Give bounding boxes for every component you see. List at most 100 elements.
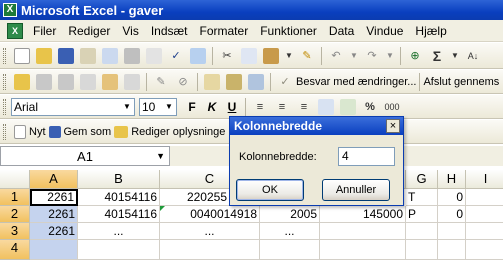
paste-icon[interactable] bbox=[263, 47, 279, 64]
cell-e3[interactable] bbox=[320, 223, 406, 240]
cell-c2[interactable]: 0040014918 bbox=[160, 206, 260, 223]
bold-button[interactable]: F bbox=[183, 98, 201, 116]
merge-center-icon[interactable] bbox=[318, 98, 334, 115]
chevron-down-icon[interactable]: ▼ bbox=[163, 100, 175, 114]
cell-i2[interactable] bbox=[466, 206, 503, 223]
edit-comment-icon[interactable] bbox=[102, 73, 118, 90]
redo-dropdown-icon[interactable]: ▼ bbox=[386, 48, 394, 64]
font-select[interactable]: Arial ▼ bbox=[11, 97, 135, 116]
toolbar-grip[interactable] bbox=[3, 47, 6, 64]
cell-h2[interactable]: 0 bbox=[438, 206, 466, 223]
toolbar-grip[interactable] bbox=[3, 98, 6, 115]
undo-icon[interactable]: ↶ bbox=[328, 48, 344, 64]
cell-g3[interactable] bbox=[406, 223, 438, 240]
cell-a2[interactable]: 2261 bbox=[30, 206, 78, 223]
cell-d3[interactable]: ... bbox=[260, 223, 320, 240]
menu-rediger[interactable]: Rediger bbox=[62, 24, 116, 38]
research-icon[interactable] bbox=[190, 47, 206, 64]
column-header-g[interactable]: G bbox=[406, 170, 438, 189]
cell-h1[interactable]: 0 bbox=[438, 189, 466, 206]
align-center-icon[interactable]: ≡ bbox=[274, 99, 290, 115]
menu-funktioner[interactable]: Funktioner bbox=[254, 24, 323, 38]
sort-ascending-icon[interactable]: A↓ bbox=[465, 48, 481, 64]
chevron-down-icon[interactable]: ▼ bbox=[156, 151, 165, 161]
save-icon[interactable] bbox=[58, 47, 74, 64]
save-as-button[interactable]: Gem som bbox=[64, 126, 112, 138]
align-right-icon[interactable]: ≡ bbox=[296, 99, 312, 115]
font-size-select[interactable]: 10 ▼ bbox=[139, 97, 177, 116]
hyperlink-icon[interactable]: ⊕ bbox=[407, 48, 423, 64]
dialog-title-bar[interactable]: Kolonnebredde × bbox=[230, 117, 403, 135]
column-header-i[interactable]: I bbox=[466, 170, 503, 189]
open-icon[interactable] bbox=[36, 47, 52, 64]
ink-icon[interactable]: ✎ bbox=[153, 74, 169, 90]
cell-g2[interactable]: P bbox=[406, 206, 438, 223]
row-header-2[interactable]: 2 bbox=[0, 206, 30, 223]
thousands-icon[interactable]: 000 bbox=[384, 99, 400, 115]
cell-d4[interactable] bbox=[260, 240, 320, 260]
send-icon[interactable] bbox=[248, 73, 264, 90]
column-header-h[interactable]: H bbox=[438, 170, 466, 189]
cell-b4[interactable] bbox=[78, 240, 160, 260]
cell-c4[interactable] bbox=[160, 240, 260, 260]
cell-d2[interactable]: 2005 bbox=[260, 206, 320, 223]
cell-c1[interactable]: 220255 bbox=[160, 189, 230, 206]
undo-dropdown-icon[interactable]: ▼ bbox=[350, 48, 358, 64]
column-width-input[interactable]: 4 bbox=[338, 147, 395, 166]
cell-c3[interactable]: ... bbox=[160, 223, 260, 240]
underline-button[interactable]: U bbox=[223, 98, 241, 116]
new-icon[interactable] bbox=[14, 47, 30, 64]
chevron-down-icon[interactable]: ▼ bbox=[121, 100, 133, 114]
row-header-1[interactable]: 1 bbox=[0, 189, 30, 206]
permission-icon[interactable] bbox=[80, 47, 96, 64]
comment-icon[interactable] bbox=[80, 73, 96, 90]
track-changes-icon[interactable] bbox=[204, 73, 220, 90]
cancel-button[interactable]: Annuller bbox=[322, 179, 390, 201]
menu-filer[interactable]: Filer bbox=[27, 24, 62, 38]
document-forward-icon[interactable] bbox=[58, 73, 74, 90]
cell-a4[interactable] bbox=[30, 240, 78, 260]
row-header-4[interactable]: 4 bbox=[0, 240, 30, 260]
currency-icon[interactable] bbox=[340, 98, 356, 115]
new-button[interactable]: Nyt bbox=[29, 126, 46, 138]
end-review-button[interactable]: Afslut gennems bbox=[423, 76, 499, 88]
reply-with-changes-button[interactable]: Besvar med ændringer... bbox=[296, 76, 416, 88]
cell-a1[interactable]: 2261 bbox=[30, 189, 78, 206]
cell-h4[interactable] bbox=[438, 240, 466, 260]
cell-a3[interactable]: 2261 bbox=[30, 223, 78, 240]
row-header-3[interactable]: 3 bbox=[0, 223, 30, 240]
email-icon[interactable] bbox=[102, 47, 118, 64]
ok-button[interactable]: OK bbox=[236, 179, 304, 201]
format-painter-icon[interactable]: ✎ bbox=[299, 48, 315, 64]
autosum-icon[interactable]: Σ bbox=[429, 48, 445, 64]
cell-e4[interactable] bbox=[320, 240, 406, 260]
menu-hjaelp[interactable]: Hjælp bbox=[409, 24, 452, 38]
copy-icon[interactable] bbox=[241, 47, 257, 64]
error-indicator-icon[interactable] bbox=[160, 206, 165, 211]
menu-formater[interactable]: Formater bbox=[194, 24, 255, 38]
show-comments-icon[interactable] bbox=[124, 73, 140, 90]
name-box[interactable]: A1 ▼ bbox=[0, 146, 170, 166]
toolbar-grip[interactable] bbox=[3, 123, 6, 140]
cell-b1[interactable]: 40154116 bbox=[78, 189, 160, 206]
highlight-icon[interactable] bbox=[226, 73, 242, 90]
print-icon[interactable] bbox=[124, 47, 140, 64]
cell-e2[interactable]: 145000 bbox=[320, 206, 406, 223]
document-back-icon[interactable] bbox=[36, 73, 52, 90]
paste-dropdown-icon[interactable]: ▼ bbox=[285, 48, 293, 64]
cell-b3[interactable]: ... bbox=[78, 223, 160, 240]
toolbar-grip[interactable] bbox=[3, 73, 6, 90]
menu-vindue[interactable]: Vindue bbox=[360, 24, 409, 38]
print-preview-icon[interactable] bbox=[146, 47, 162, 64]
menu-data[interactable]: Data bbox=[323, 24, 360, 38]
align-left-icon[interactable]: ≡ bbox=[252, 99, 268, 115]
cell-i3[interactable] bbox=[466, 223, 503, 240]
cell-b2[interactable]: 40154116 bbox=[78, 206, 160, 223]
cut-icon[interactable]: ✂ bbox=[219, 48, 235, 64]
spelling-icon[interactable]: ✓ bbox=[168, 48, 184, 64]
workbook-icon[interactable]: X bbox=[7, 22, 23, 39]
cell-g4[interactable] bbox=[406, 240, 438, 260]
column-header-a[interactable]: A bbox=[30, 170, 78, 189]
column-header-b[interactable]: B bbox=[78, 170, 160, 189]
select-all-corner[interactable] bbox=[0, 170, 30, 189]
